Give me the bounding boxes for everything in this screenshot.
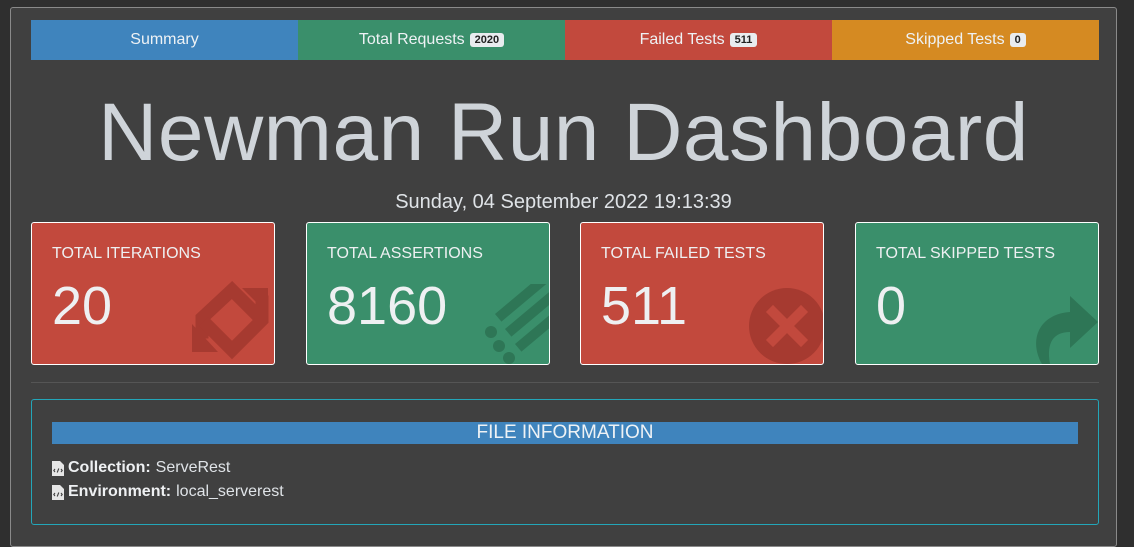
tab-total-requests[interactable]: Total Requests 2020 bbox=[298, 20, 565, 60]
tab-skipped-tests[interactable]: Skipped Tests 0 bbox=[832, 20, 1099, 60]
card-value: 511 bbox=[601, 276, 688, 336]
divider bbox=[31, 382, 1099, 383]
times-circle-icon bbox=[749, 288, 823, 364]
card-total-failed-tests: TOTAL FAILED TESTS 511 bbox=[580, 222, 824, 365]
collection-label: Collection: bbox=[68, 459, 151, 476]
collection-value: ServeRest bbox=[155, 459, 231, 476]
tab-summary[interactable]: Summary bbox=[31, 20, 298, 60]
card-total-iterations: TOTAL ITERATIONS 20 bbox=[31, 222, 275, 365]
page-title: Newman Run Dashboard bbox=[98, 87, 1029, 178]
environment-value: local_serverest bbox=[176, 483, 284, 500]
share-arrow-icon bbox=[1036, 296, 1098, 364]
file-information-heading: FILE INFORMATION bbox=[52, 422, 1078, 444]
tab-summary-label: Summary bbox=[130, 31, 199, 48]
collection-row: Collection: ServeRest bbox=[52, 459, 230, 477]
file-information-panel: FILE INFORMATION Collection: ServeRest E… bbox=[31, 399, 1099, 525]
dashboard-frame: Summary Total Requests 2020 Failed Tests… bbox=[10, 7, 1117, 547]
sync-icon bbox=[192, 280, 269, 360]
run-date: Sunday, 04 September 2022 19:13:39 bbox=[395, 191, 732, 213]
total-requests-badge: 2020 bbox=[469, 33, 505, 47]
tab-total-requests-label: Total Requests bbox=[358, 31, 465, 48]
card-label: TOTAL ASSERTIONS bbox=[327, 245, 483, 262]
card-label: TOTAL SKIPPED TESTS bbox=[876, 245, 1056, 262]
tab-failed-tests[interactable]: Failed Tests 511 bbox=[565, 20, 832, 60]
tab-bar: Summary Total Requests 2020 Failed Tests… bbox=[31, 20, 1099, 60]
file-code-icon bbox=[52, 484, 64, 500]
tab-failed-tests-label: Failed Tests bbox=[639, 31, 725, 48]
card-total-assertions: TOTAL ASSERTIONS 8160 bbox=[306, 222, 550, 365]
tab-skipped-tests-label: Skipped Tests bbox=[905, 31, 1005, 48]
tasks-icon bbox=[485, 284, 549, 364]
card-total-skipped-tests: TOTAL SKIPPED TESTS 0 bbox=[855, 222, 1099, 365]
card-value: 20 bbox=[52, 276, 113, 336]
card-value: 8160 bbox=[327, 276, 448, 336]
environment-label: Environment: bbox=[68, 483, 172, 500]
environment-row: Environment: local_serverest bbox=[52, 483, 284, 501]
file-code-icon bbox=[52, 460, 64, 476]
card-label: TOTAL ITERATIONS bbox=[52, 245, 201, 262]
skipped-tests-badge: 0 bbox=[1009, 33, 1026, 47]
card-value: 0 bbox=[876, 276, 907, 336]
failed-tests-badge: 511 bbox=[729, 33, 758, 47]
card-label: TOTAL FAILED TESTS bbox=[601, 245, 766, 262]
